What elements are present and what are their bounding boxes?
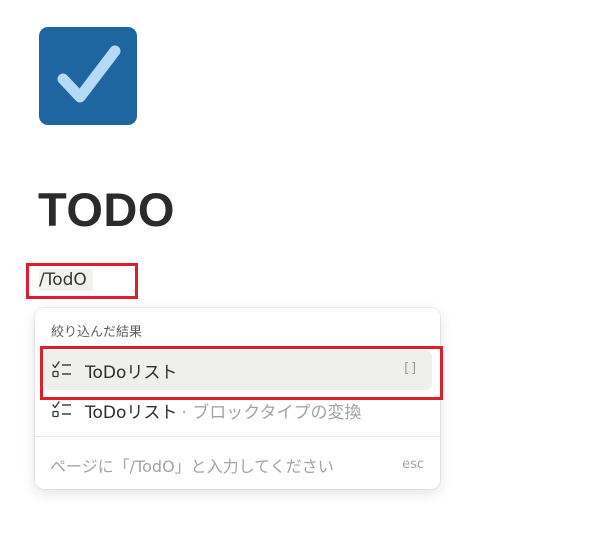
menu-section-label: 絞り込んだ結果 <box>51 325 143 340</box>
menu-item-label: ToDoリスト <box>85 362 178 383</box>
menu-item-sublabel: · ブロックタイプの変換 <box>181 402 362 423</box>
menu-footer-hint: ページに「/TodO」と入力してください <box>50 457 334 476</box>
menu-esc-hint[interactable]: esc <box>402 457 424 472</box>
checkmark-icon <box>57 45 121 103</box>
page-title[interactable]: TODO <box>38 182 175 238</box>
todo-list-icon <box>52 361 71 378</box>
menu-item-shortcut: [] <box>402 361 418 376</box>
todo-list-icon <box>52 401 71 418</box>
slash-command-input[interactable]: /TodO <box>29 266 132 294</box>
menu-item-todo-list-convert[interactable]: ToDoリスト · ブロックタイプの変換 <box>44 390 432 430</box>
menu-item-label: ToDoリスト <box>85 402 178 423</box>
page-checkbox-icon[interactable] <box>39 27 137 125</box>
slash-command-text: /TodO <box>39 269 93 291</box>
menu-divider <box>35 436 440 437</box>
menu-item-todo-list[interactable]: ToDoリスト [] <box>44 350 432 390</box>
slash-command-menu: 絞り込んだ結果 ToDoリスト [] ToDoリスト · ブロックタイプの変換 … <box>35 308 440 489</box>
